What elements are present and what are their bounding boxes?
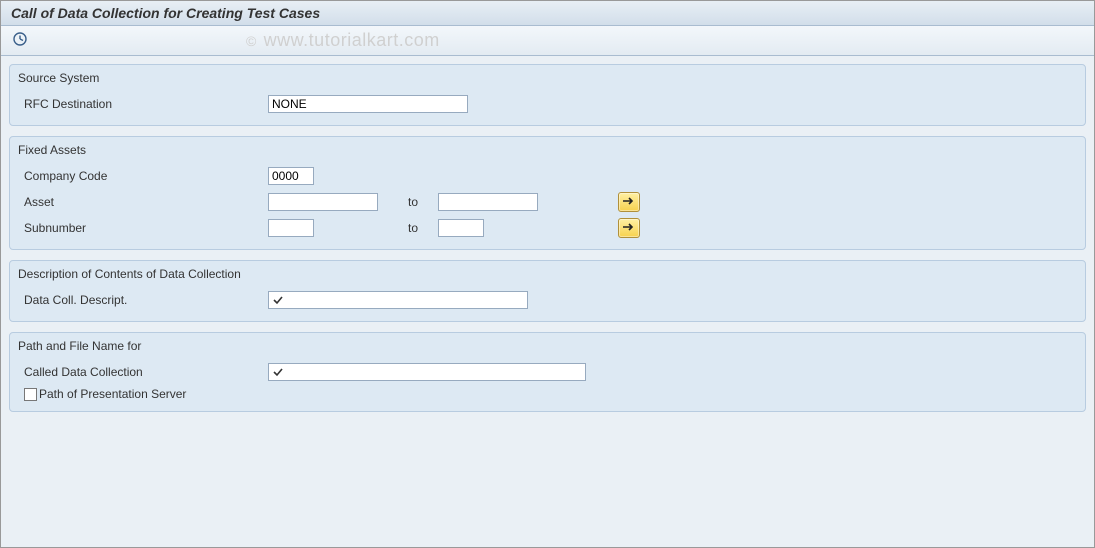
execute-clock-icon [12,31,28,50]
subnumber-from-input[interactable] [268,219,314,237]
subnumber-to-input[interactable] [438,219,484,237]
window-frame: Call of Data Collection for Creating Tes… [0,0,1095,548]
subnumber-multiple-selection-button[interactable] [618,218,640,238]
group-source-system-legend: Source System [18,71,1075,89]
execute-button[interactable] [9,30,31,52]
group-fixed-assets: Fixed Assets Company Code Asset to Subnu… [9,136,1086,250]
group-source-system: Source System RFC Destination [9,64,1086,126]
subnumber-label: Subnumber [18,221,268,235]
company-code-input[interactable] [268,167,314,185]
group-path-legend: Path and File Name for [18,339,1075,357]
group-description-legend: Description of Contents of Data Collecti… [18,267,1075,285]
data-coll-descript-input[interactable] [285,292,527,308]
required-check-icon [269,293,285,307]
asset-multiple-selection-button[interactable] [618,192,640,212]
group-path: Path and File Name for Called Data Colle… [9,332,1086,412]
rfc-destination-label: RFC Destination [18,97,268,111]
group-description: Description of Contents of Data Collecti… [9,260,1086,322]
arrow-right-icon [622,195,636,209]
asset-label: Asset [18,195,268,209]
subnumber-to-label: to [378,221,438,235]
required-check-icon [269,365,285,379]
watermark-text: www.tutorialkart.com [264,30,440,50]
called-data-collection-field[interactable] [268,363,586,381]
asset-from-input[interactable] [268,193,378,211]
data-coll-descript-label: Data Coll. Descript. [18,293,268,307]
toolbar: © www.tutorialkart.com [1,26,1094,56]
asset-to-label: to [378,195,438,209]
group-fixed-assets-legend: Fixed Assets [18,143,1075,161]
page-title: Call of Data Collection for Creating Tes… [11,5,320,21]
company-code-label: Company Code [18,169,268,183]
called-data-collection-input[interactable] [285,364,585,380]
asset-to-input[interactable] [438,193,538,211]
presentation-server-checkbox[interactable] [24,388,37,401]
arrow-right-icon [622,221,636,235]
called-data-collection-label: Called Data Collection [18,365,268,379]
data-coll-descript-field[interactable] [268,291,528,309]
watermark-copyright: © [246,33,256,49]
presentation-server-label: Path of Presentation Server [39,387,186,401]
content-area: Source System RFC Destination Fixed Asse… [1,56,1094,430]
title-bar: Call of Data Collection for Creating Tes… [1,1,1094,26]
watermark: © www.tutorialkart.com [246,30,440,51]
rfc-destination-input[interactable] [268,95,468,113]
